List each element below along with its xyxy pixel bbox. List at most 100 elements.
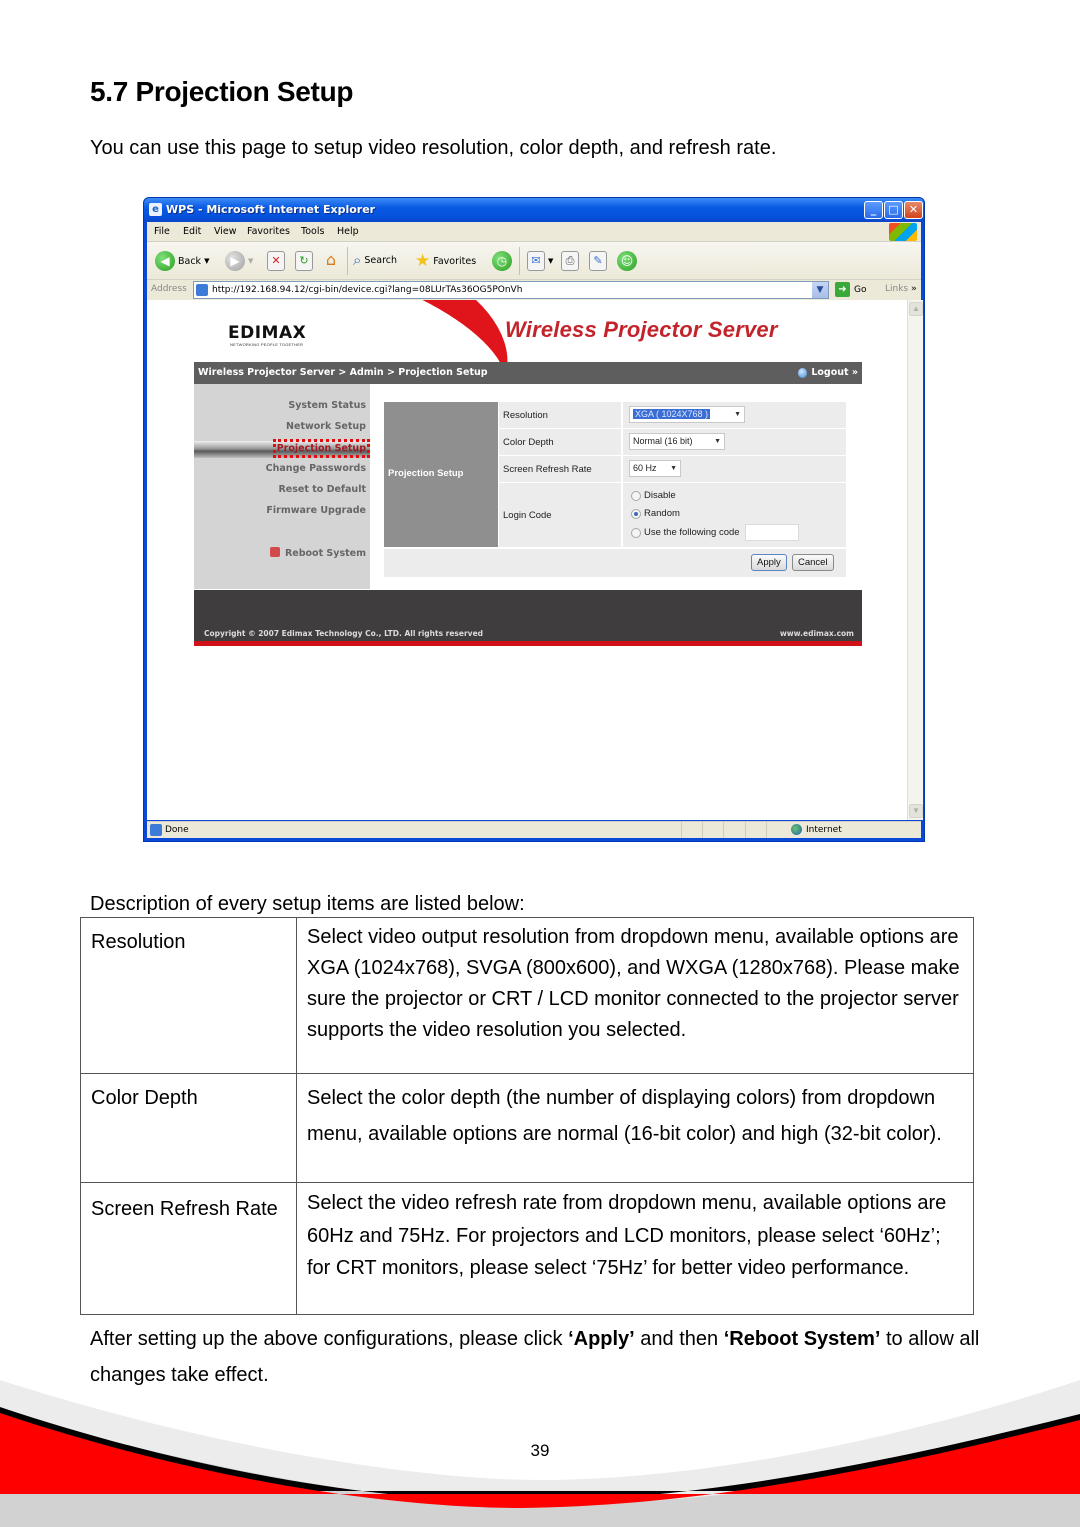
chevron-down-icon: ▼ (734, 411, 741, 418)
favorites-star-icon: ★ (415, 251, 431, 271)
nav-change-passwords[interactable]: Change Passwords (266, 463, 366, 474)
chevron-down-icon: ▼ (670, 465, 677, 472)
mail-button[interactable]: ✉ ▼ (527, 251, 553, 271)
stop-icon: ✕ (267, 251, 285, 271)
resolution-label: Resolution (499, 402, 621, 428)
toolbar-separator (347, 247, 348, 275)
toolbar: ◀ Back ▼ ▶ ▼ ✕ ↻ ⌂ ⌕ Search ★ Favorites … (147, 242, 921, 280)
edit-page-icon: ✎ (589, 251, 607, 271)
close-button[interactable]: ✕ (904, 201, 923, 219)
mail-dropdown-icon[interactable]: ▼ (548, 257, 553, 265)
nav-system-status[interactable]: System Status (288, 400, 366, 411)
page-icon (196, 284, 208, 296)
radio-random[interactable]: Random (631, 508, 680, 519)
item-name: Color Depth (80, 1073, 297, 1183)
address-input[interactable]: http://192.168.94.12/cgi-bin/device.cgi?… (193, 281, 829, 299)
menu-favorites[interactable]: Favorites (247, 226, 290, 237)
item-description: Select the color depth (the number of di… (296, 1073, 974, 1183)
windows-logo-icon (889, 223, 917, 241)
minimize-button[interactable]: _ (864, 201, 883, 219)
item-description: Select video output resolution from drop… (296, 917, 974, 1074)
toolbar-separator (519, 247, 520, 275)
forward-button[interactable]: ▶ ▼ (225, 251, 253, 271)
nav-reset-to-default[interactable]: Reset to Default (278, 484, 366, 495)
logout-icon (798, 367, 808, 378)
power-icon (269, 547, 280, 557)
search-icon: ⌕ (353, 251, 362, 269)
red-swoosh-graphic (295, 300, 533, 362)
menu-view[interactable]: View (214, 226, 237, 237)
side-navigation: System Status Network Setup Projection S… (194, 384, 371, 589)
ie-icon: e (149, 203, 162, 216)
page-footer: Copyright © 2007 Edimax Technology Co., … (194, 590, 862, 646)
vertical-scrollbar[interactable]: ▲ ▼ (907, 300, 923, 820)
search-button[interactable]: ⌕ Search (353, 251, 397, 269)
status-bar: Done Internet (147, 821, 921, 838)
form-actions: Apply Cancel (384, 549, 846, 577)
login-code-input[interactable] (744, 524, 799, 541)
row-login-code: Login Code Disable Random Use the follow… (499, 483, 846, 547)
site-link[interactable]: www.edimax.com (780, 629, 854, 638)
home-button[interactable]: ⌂ (322, 251, 340, 271)
footer-red-line (194, 641, 862, 646)
nav-reboot-system[interactable]: Reboot System (269, 547, 366, 559)
favorites-button[interactable]: ★ Favorites (415, 251, 476, 271)
messenger-button[interactable]: ☺ (617, 251, 637, 271)
nav-firmware-upgrade[interactable]: Firmware Upgrade (266, 505, 366, 516)
menu-edit[interactable]: Edit (183, 226, 201, 237)
breadcrumb: Wireless Projector Server > Admin > Proj… (198, 367, 488, 378)
scroll-up-icon[interactable]: ▲ (909, 302, 923, 316)
refresh-icon: ↻ (295, 251, 313, 271)
status-text: Done (165, 825, 189, 835)
color-depth-select[interactable]: Normal (16 bit) ▼ (629, 433, 725, 450)
resolution-select[interactable]: XGA ( 1024X768 ) ▼ (629, 406, 745, 423)
scroll-down-icon[interactable]: ▼ (909, 804, 923, 818)
radio-button[interactable] (631, 490, 641, 501)
row-refresh-rate: Screen Refresh Rate 60 Hz ▼ (499, 456, 846, 482)
menu-help[interactable]: Help (337, 226, 359, 237)
history-icon: ◷ (492, 251, 512, 271)
menu-bar: File Edit View Favorites Tools Help (147, 222, 921, 242)
security-zone: Internet (791, 824, 842, 835)
menu-tools[interactable]: Tools (301, 226, 324, 237)
radio-button[interactable] (631, 527, 641, 538)
back-button[interactable]: ◀ Back ▼ (155, 251, 209, 271)
nav-network-setup[interactable]: Network Setup (286, 421, 366, 432)
table-row: Resolution Select video output resolutio… (80, 917, 974, 1074)
page-banner: EDIMAX NETWORKING PEOPLE TOGETHER Wirele… (194, 300, 862, 362)
mail-icon: ✉ (527, 251, 545, 271)
cancel-button[interactable]: Cancel (792, 554, 834, 571)
description-lead: Description of every setup items are lis… (90, 893, 525, 915)
login-code-label: Login Code (499, 483, 621, 547)
print-button[interactable]: ⎙ (561, 251, 579, 271)
nav-projection-setup[interactable]: Projection Setup (194, 439, 371, 458)
back-dropdown-icon[interactable]: ▼ (204, 257, 209, 265)
section-label: Projection Setup (384, 402, 498, 547)
forward-dropdown-icon: ▼ (248, 257, 254, 265)
radio-button-selected[interactable] (631, 508, 641, 519)
logo-tagline: NETWORKING PEOPLE TOGETHER (230, 342, 304, 347)
history-button[interactable]: ◷ (492, 251, 512, 271)
apply-button[interactable]: Apply (751, 554, 787, 571)
refresh-rate-select[interactable]: 60 Hz ▼ (629, 460, 681, 477)
address-label: Address (151, 284, 187, 294)
color-depth-label: Color Depth (499, 429, 621, 455)
logout-link[interactable]: Logout » (798, 367, 858, 378)
title-bar: e WPS - Microsoft Internet Explorer _ □ … (144, 198, 924, 222)
address-dropdown-icon[interactable]: ▼ (812, 282, 828, 298)
radio-use-code[interactable]: Use the following code (631, 524, 799, 541)
refresh-button[interactable]: ↻ (295, 251, 313, 271)
stop-button[interactable]: ✕ (267, 251, 285, 271)
print-icon: ⎙ (561, 251, 579, 271)
links-button[interactable]: Links » (885, 284, 917, 294)
edit-button[interactable]: ✎ (589, 251, 607, 271)
refresh-rate-label: Screen Refresh Rate (499, 456, 621, 482)
menu-file[interactable]: File (154, 226, 170, 237)
browser-window: e WPS - Microsoft Internet Explorer _ □ … (143, 197, 925, 842)
forward-arrow-icon: ▶ (225, 251, 245, 271)
row-color-depth: Color Depth Normal (16 bit) ▼ (499, 429, 846, 455)
maximize-button[interactable]: □ (884, 201, 903, 219)
window-title: WPS - Microsoft Internet Explorer (166, 203, 376, 216)
radio-disable[interactable]: Disable (631, 490, 676, 501)
go-button[interactable]: ➜ Go (835, 282, 866, 297)
